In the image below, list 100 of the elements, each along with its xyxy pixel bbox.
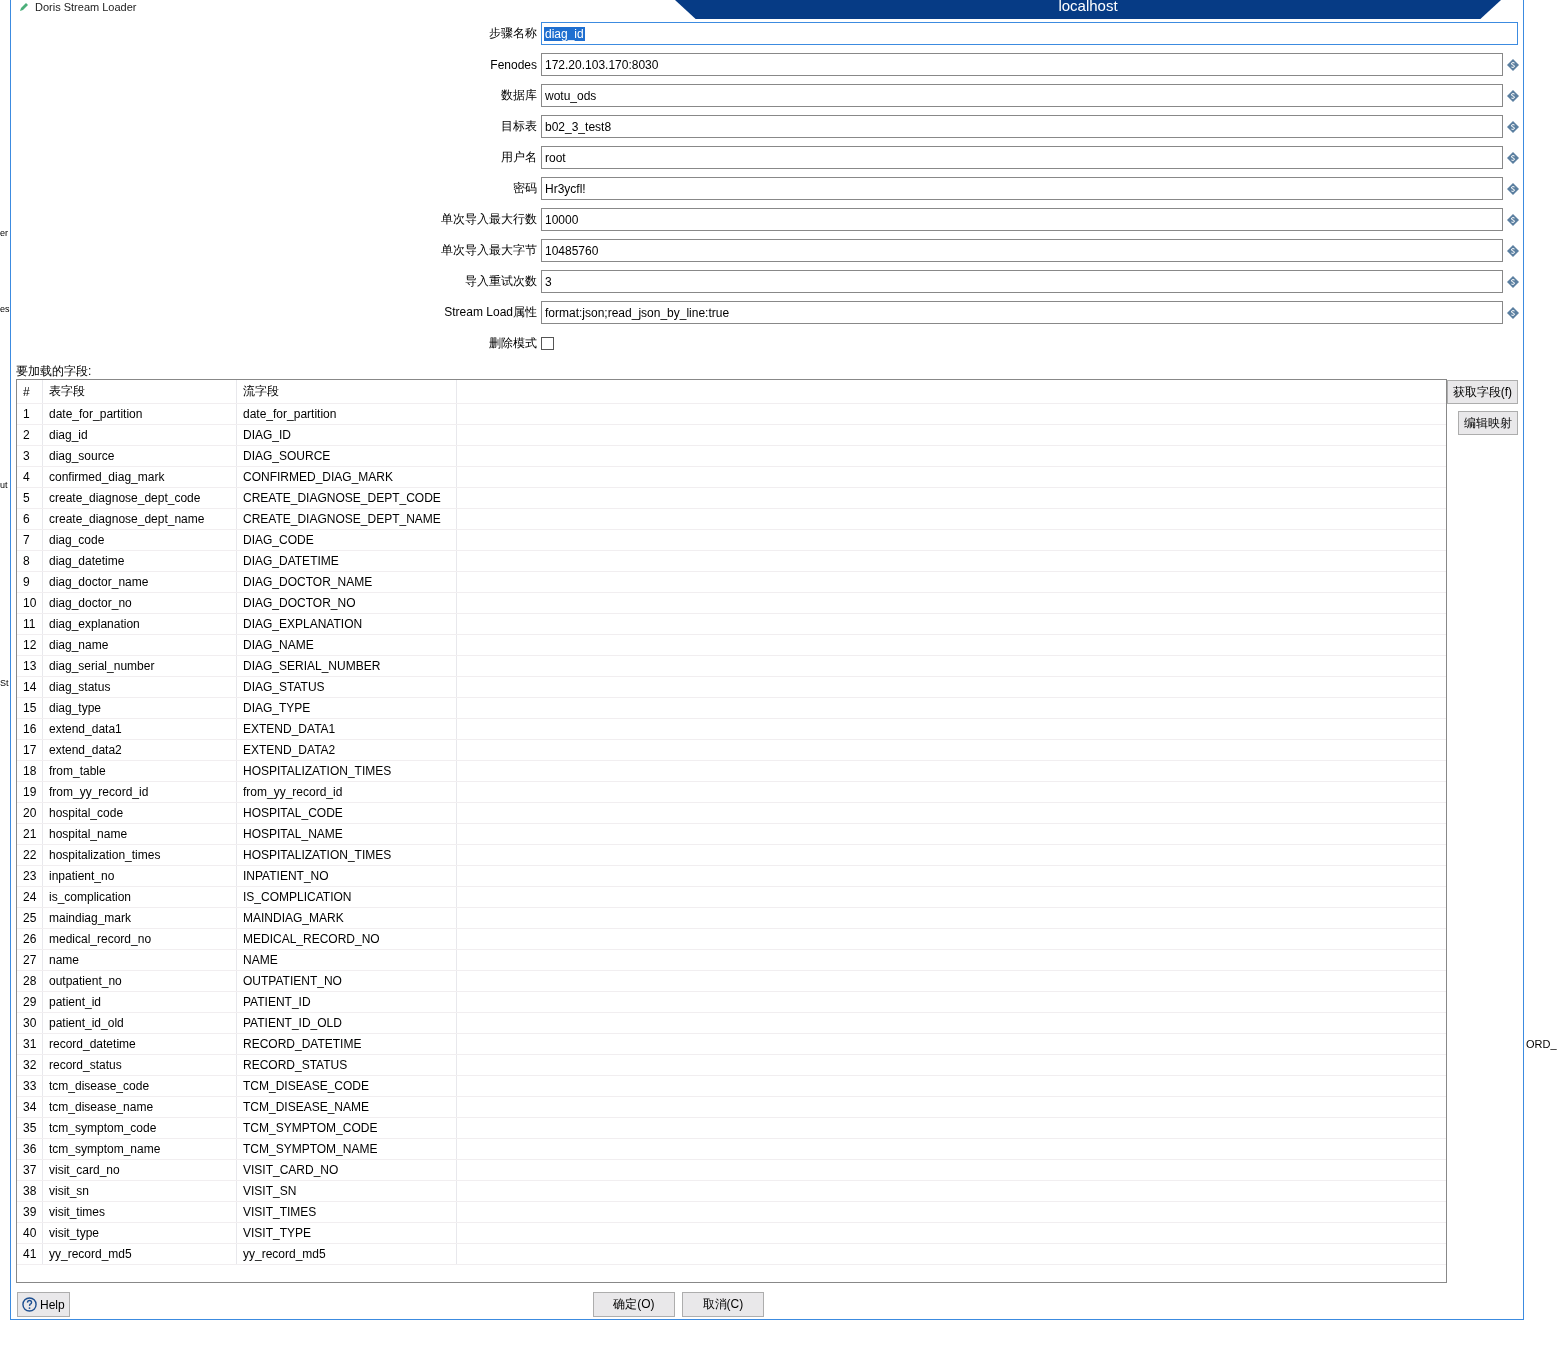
table-cell: diag_datetime	[43, 551, 237, 571]
table-cell: diag_id	[43, 425, 237, 445]
table-cell: CONFIRMED_DIAG_MARK	[237, 467, 457, 487]
table-cell: tcm_disease_code	[43, 1076, 237, 1096]
table-cell: CREATE_DIAGNOSE_DEPT_CODE	[237, 488, 457, 508]
row-number: 22	[17, 845, 43, 865]
get-fields-button[interactable]: 获取字段(f)	[1446, 380, 1518, 404]
table-cell: tcm_disease_name	[43, 1097, 237, 1117]
table-cell: hospital_name	[43, 824, 237, 844]
field-label: 目标表	[500, 118, 538, 135]
table-cell: hospital_code	[43, 803, 237, 823]
input-field[interactable]: 10485760	[541, 239, 1503, 262]
field-label: 删除模式	[488, 335, 538, 352]
table-cell: diag_source	[43, 446, 237, 466]
field-label: 数据库	[500, 87, 538, 104]
input-field[interactable]: root	[541, 146, 1503, 169]
row-number: 35	[17, 1118, 43, 1138]
table-cell: CREATE_DIAGNOSE_DEPT_NAME	[237, 509, 457, 529]
table-cell: diag_doctor_name	[43, 572, 237, 592]
row-number: 30	[17, 1013, 43, 1033]
variable-icon	[1507, 306, 1519, 319]
row-number: 11	[17, 614, 43, 634]
table-cell: date_for_partition	[43, 404, 237, 424]
input-field[interactable]: Hr3ycfl!	[541, 177, 1503, 200]
table-cell: yy_record_md5	[237, 1244, 457, 1264]
table-cell: VISIT_CARD_NO	[237, 1160, 457, 1180]
variable-icon	[1507, 213, 1519, 226]
row-number: 12	[17, 635, 43, 655]
table-cell: DIAG_CODE	[237, 530, 457, 550]
row-number: 19	[17, 782, 43, 802]
table-cell: confirmed_diag_mark	[43, 467, 237, 487]
input-field[interactable]: format:json;read_json_by_line:true	[541, 301, 1503, 324]
row-number: 18	[17, 761, 43, 781]
column-header[interactable]: 流字段	[237, 380, 457, 403]
field-label: 用户名	[500, 149, 538, 166]
input-field[interactable]: 3	[541, 270, 1503, 293]
row-number: 13	[17, 656, 43, 676]
table-cell: diag_code	[43, 530, 237, 550]
cancel-button[interactable]: 取消(C)	[681, 1292, 764, 1317]
table-cell: HOSPITALIZATION_TIMES	[237, 761, 457, 781]
table-cell: tcm_symptom_code	[43, 1118, 237, 1138]
table-cell: VISIT_TYPE	[237, 1223, 457, 1243]
table-cell: DIAG_SOURCE	[237, 446, 457, 466]
field-label: Stream Load属性	[443, 304, 538, 321]
row-number: 27	[17, 950, 43, 970]
table-cell: OUTPATIENT_NO	[237, 971, 457, 991]
table-cell: RECORD_DATETIME	[237, 1034, 457, 1054]
background-text: er	[0, 228, 8, 238]
table-cell: from_yy_record_id	[237, 782, 457, 802]
variable-icon	[1507, 244, 1519, 257]
variable-icon	[1507, 151, 1519, 164]
row-number: 6	[17, 509, 43, 529]
input-field[interactable]: b02_3_test8	[541, 115, 1503, 138]
help-button[interactable]: Help	[17, 1292, 70, 1317]
table-cell: MEDICAL_RECORD_NO	[237, 929, 457, 949]
table-cell: medical_record_no	[43, 929, 237, 949]
table-cell: TCM_SYMPTOM_CODE	[237, 1118, 457, 1138]
section-title: 要加载的字段:	[16, 363, 93, 379]
row-number: 28	[17, 971, 43, 991]
table-cell: EXTEND_DATA2	[237, 740, 457, 760]
help-icon	[22, 1297, 37, 1312]
checkbox[interactable]	[541, 337, 554, 350]
row-number: 32	[17, 1055, 43, 1075]
background-text: St	[0, 678, 9, 688]
row-number: 16	[17, 719, 43, 739]
field-label: 密码	[512, 180, 538, 197]
table-cell: visit_sn	[43, 1181, 237, 1201]
table-cell: diag_name	[43, 635, 237, 655]
input-field[interactable]: 172.20.103.170:8030	[541, 53, 1503, 76]
table-cell: extend_data2	[43, 740, 237, 760]
table-cell: IS_COMPLICATION	[237, 887, 457, 907]
row-number: 25	[17, 908, 43, 928]
input-field[interactable]: diag_id	[541, 22, 1518, 45]
variable-icon	[1507, 89, 1519, 102]
row-number: 15	[17, 698, 43, 718]
column-header[interactable]: #	[17, 380, 43, 403]
table-cell: date_for_partition	[237, 404, 457, 424]
table-cell: diag_status	[43, 677, 237, 697]
table-cell: from_table	[43, 761, 237, 781]
table-cell: patient_id	[43, 992, 237, 1012]
row-number: 9	[17, 572, 43, 592]
edit-mapping-button[interactable]: 编辑映射	[1458, 411, 1518, 435]
row-number: 29	[17, 992, 43, 1012]
table-cell: tcm_symptom_name	[43, 1139, 237, 1159]
row-number: 8	[17, 551, 43, 571]
table-cell: MAINDIAG_MARK	[237, 908, 457, 928]
row-number: 39	[17, 1202, 43, 1222]
column-header[interactable]: 表字段	[43, 380, 237, 403]
field-label: 导入重试次数	[464, 273, 538, 290]
table-cell: outpatient_no	[43, 971, 237, 991]
table-cell: RECORD_STATUS	[237, 1055, 457, 1075]
background-text: es	[0, 304, 10, 314]
variable-icon	[1507, 275, 1519, 288]
table-cell: TCM_DISEASE_CODE	[237, 1076, 457, 1096]
pencil-icon	[19, 2, 29, 12]
row-number: 1	[17, 404, 43, 424]
input-field[interactable]: 10000	[541, 208, 1503, 231]
table-cell: diag_doctor_no	[43, 593, 237, 613]
input-field[interactable]: wotu_ods	[541, 84, 1503, 107]
ok-button[interactable]: 确定(O)	[592, 1292, 675, 1317]
